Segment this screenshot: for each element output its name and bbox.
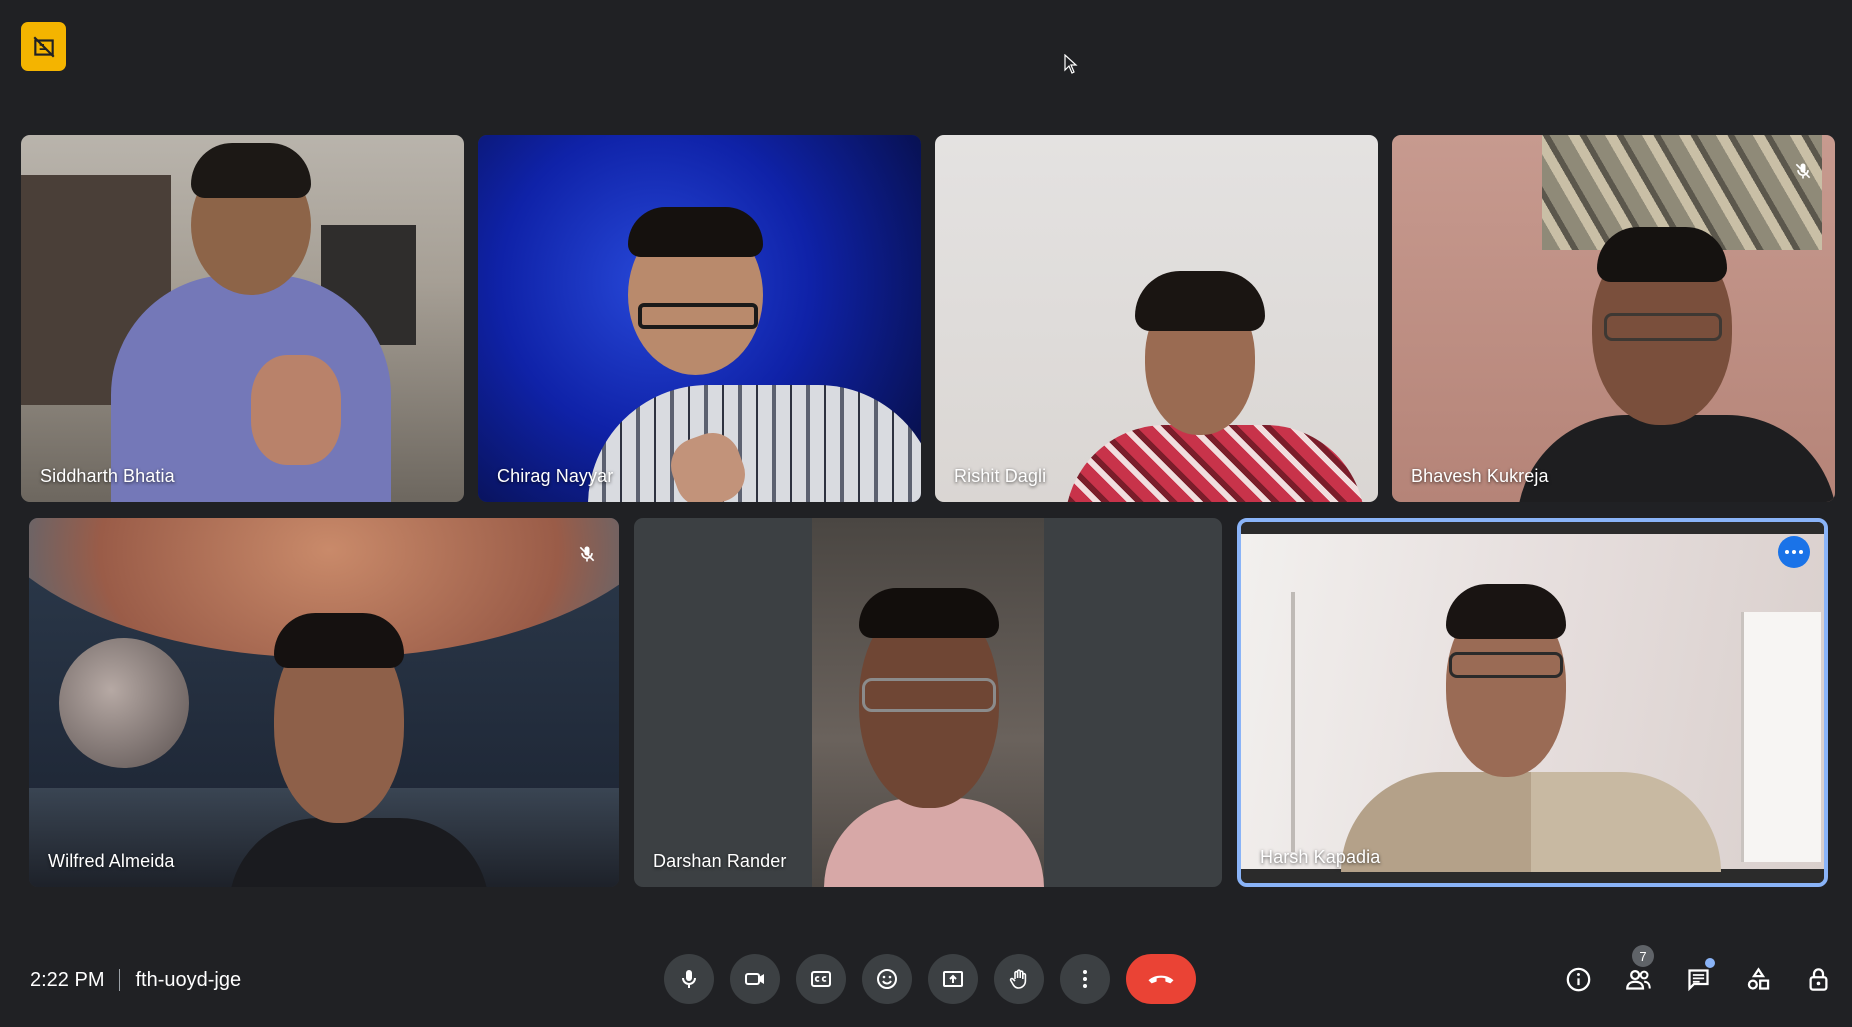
more-options-icon xyxy=(1083,970,1087,988)
muted-mic-icon xyxy=(577,544,597,564)
meeting-info: 2:22 PM fth-uoyd-jge xyxy=(30,966,241,994)
present-icon xyxy=(943,971,963,987)
participant-count-badge: 7 xyxy=(1632,945,1654,967)
participant-name: Siddharth Bhatia xyxy=(40,466,175,486)
meeting-details-button[interactable] xyxy=(1560,961,1596,997)
chat-button[interactable] xyxy=(1680,958,1716,997)
info-icon xyxy=(1566,967,1590,991)
participant-tile-7-selected[interactable]: Harsh Kapadia xyxy=(1237,518,1828,887)
activities-icon xyxy=(1747,966,1769,990)
reactions-button[interactable] xyxy=(862,954,912,1004)
emoji-icon xyxy=(877,969,897,989)
meeting-code: fth-uoyd-jge xyxy=(135,968,242,991)
activities-button[interactable] xyxy=(1740,961,1776,997)
people-icon xyxy=(1625,969,1651,990)
side-panel-buttons: 7 xyxy=(1560,945,1836,1004)
camera-icon xyxy=(745,973,764,985)
camera-button[interactable] xyxy=(730,954,780,1004)
raise-hand-button[interactable] xyxy=(994,954,1044,1004)
microphone-button[interactable] xyxy=(664,954,714,1004)
captions-icon xyxy=(811,971,831,987)
mouse-cursor-icon xyxy=(1064,53,1078,79)
participant-tile-1[interactable]: Siddharth Bhatia xyxy=(21,135,464,502)
meeting-time: 2:22 PM xyxy=(30,968,105,991)
chat-icon xyxy=(1687,968,1709,991)
participant-tile-6[interactable]: Darshan Rander xyxy=(634,518,1222,887)
captions-button[interactable] xyxy=(796,954,846,1004)
divider xyxy=(119,969,121,991)
end-call-icon xyxy=(1148,975,1174,984)
more-options-button[interactable] xyxy=(1060,954,1110,1004)
leave-call-button[interactable] xyxy=(1126,954,1196,1004)
participant-tile-4[interactable]: Bhavesh Kukreja xyxy=(1392,135,1835,502)
participant-name: Bhavesh Kukreja xyxy=(1411,466,1549,486)
participant-name: Darshan Rander xyxy=(653,851,787,871)
participant-tile-5[interactable]: Wilfred Almeida xyxy=(29,518,619,887)
participant-name: Rishit Dagli xyxy=(954,466,1047,486)
tile-more-options-button[interactable] xyxy=(1778,536,1810,568)
participant-name: Harsh Kapadia xyxy=(1260,847,1381,867)
participant-tile-3[interactable]: Rishit Dagli xyxy=(935,135,1378,502)
participant-tile-2[interactable]: Chirag Nayyar xyxy=(478,135,921,502)
people-button[interactable]: 7 xyxy=(1620,945,1656,997)
present-now-button[interactable] xyxy=(928,954,978,1004)
chat-notification-dot xyxy=(1705,958,1715,968)
participant-name: Chirag Nayyar xyxy=(497,466,614,486)
no-camera-app-icon[interactable] xyxy=(21,22,66,71)
raise-hand-icon xyxy=(1009,969,1027,989)
muted-mic-icon xyxy=(1793,161,1813,181)
participant-name: Wilfred Almeida xyxy=(48,851,175,871)
host-controls-icon xyxy=(1809,967,1827,991)
mic-icon xyxy=(682,970,696,988)
call-controls xyxy=(664,954,1196,1004)
host-controls-button[interactable] xyxy=(1800,961,1836,997)
